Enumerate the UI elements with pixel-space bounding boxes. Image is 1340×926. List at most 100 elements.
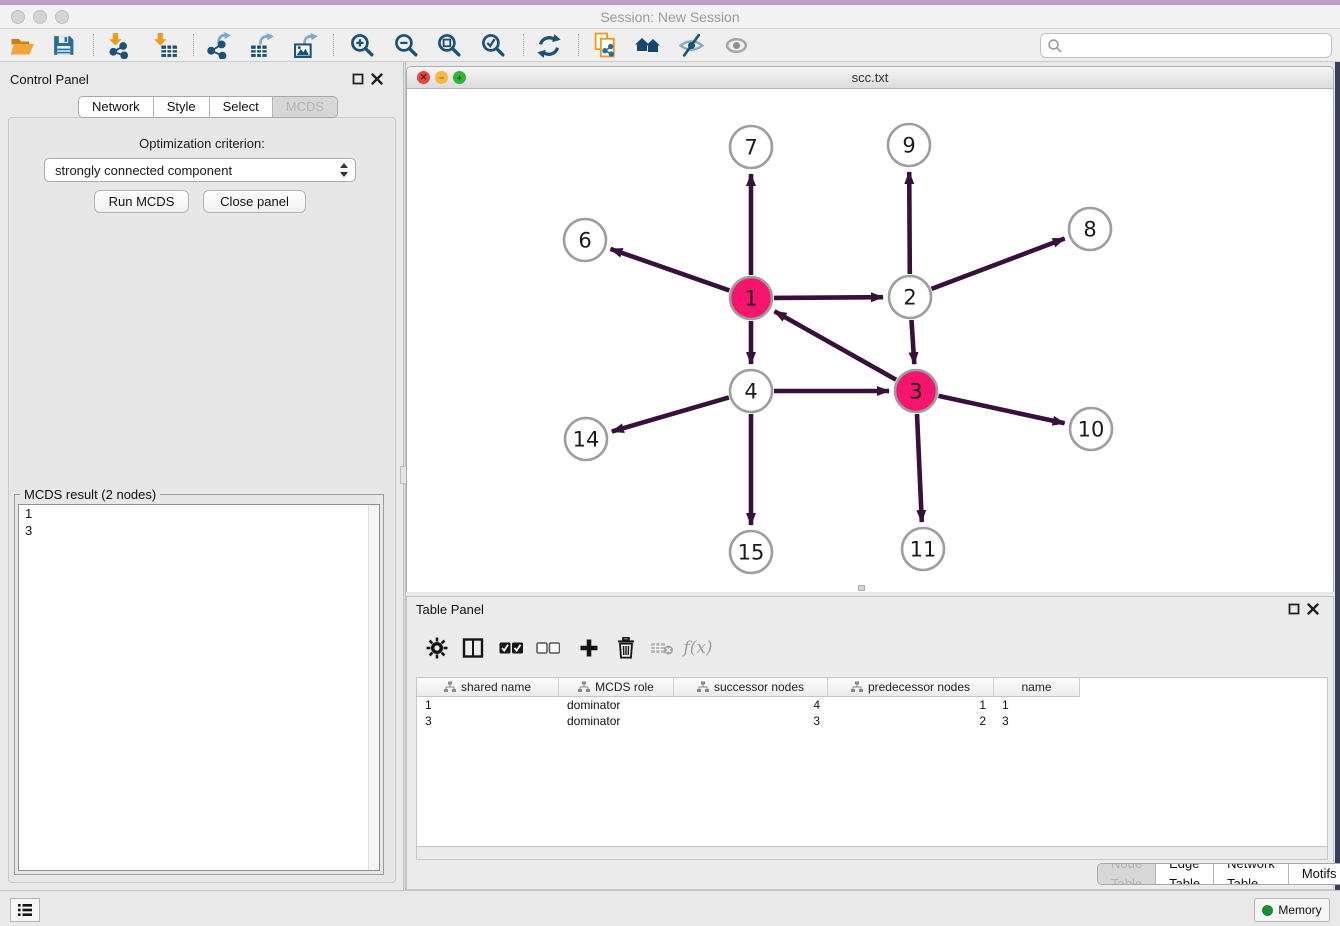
mcds-result-list[interactable]: 13 xyxy=(18,504,380,871)
table-cell[interactable]: 3 xyxy=(994,713,1080,729)
control-tab-mcds[interactable]: MCDS xyxy=(273,97,337,117)
run-mcds-button[interactable]: Run MCDS xyxy=(94,190,189,213)
deselect-all-columns-icon[interactable] xyxy=(532,634,564,662)
column-header-MCDS-role[interactable]: MCDS role xyxy=(559,678,674,697)
float-table-panel-icon[interactable] xyxy=(1288,603,1300,615)
export-network-button[interactable] xyxy=(201,30,235,61)
function-builder-icon-disabled: f(x) xyxy=(682,634,714,662)
zoom-in-button[interactable] xyxy=(345,30,379,61)
table-cell[interactable]: 3 xyxy=(674,713,828,729)
table-cell[interactable]: 1 xyxy=(828,697,994,713)
zoom-fit-button[interactable] xyxy=(432,30,466,61)
home-layout-icon[interactable] xyxy=(631,30,665,61)
graph-edge-2-9[interactable] xyxy=(909,172,910,274)
import-table-button[interactable] xyxy=(148,30,182,61)
optimization-criterion-label: Optimization criterion: xyxy=(8,136,396,151)
table-horizontal-scrollbar[interactable] xyxy=(416,847,1328,860)
optimization-criterion-dropdown[interactable]: strongly connected component xyxy=(44,158,356,182)
control-tab-select[interactable]: Select xyxy=(210,97,273,117)
table-row[interactable]: 3dominator323 xyxy=(417,713,1080,729)
close-table-panel-icon[interactable] xyxy=(1307,603,1319,615)
column-header-successor-nodes[interactable]: successor nodes xyxy=(674,678,828,697)
mcds-result-item: 1 xyxy=(19,505,379,522)
control-tab-style[interactable]: Style xyxy=(154,97,210,117)
table-cell[interactable]: 1 xyxy=(994,697,1080,713)
graph-node-label-8: 8 xyxy=(1083,218,1096,242)
close-panel-icon[interactable] xyxy=(371,73,383,85)
network-close-button[interactable]: ✕ xyxy=(417,71,430,84)
maximize-window-button[interactable] xyxy=(55,10,69,24)
toolbar-separator xyxy=(578,34,579,56)
control-panel-header: Control Panel xyxy=(0,66,403,94)
export-image-button[interactable] xyxy=(289,30,323,61)
network-canvas[interactable]: 7968124314101511 xyxy=(407,89,1333,592)
column-tree-icon xyxy=(697,681,709,693)
table-cell[interactable]: 3 xyxy=(417,713,559,729)
desktop-edge-right xyxy=(1335,62,1340,926)
graph-node-label-1: 1 xyxy=(744,287,757,311)
horizontal-splitter-grip[interactable] xyxy=(858,585,865,591)
hide-selected-eye-slash-icon[interactable] xyxy=(674,30,708,61)
column-tree-icon xyxy=(444,681,456,693)
table-cell[interactable]: 1 xyxy=(417,697,559,713)
table-row[interactable]: 1dominator411 xyxy=(417,697,1080,713)
table-cell[interactable]: 4 xyxy=(674,697,828,713)
table-tab-network-table[interactable]: Network Table xyxy=(1214,864,1289,884)
select-all-columns-icon[interactable] xyxy=(495,634,527,662)
add-column-plus-icon[interactable] xyxy=(573,634,605,662)
close-panel-button[interactable]: Close panel xyxy=(203,190,306,213)
import-network-button[interactable] xyxy=(101,30,135,61)
table-tab-node-table[interactable]: Node Table xyxy=(1098,864,1156,884)
float-panel-icon[interactable] xyxy=(352,73,364,85)
app-title: Session: New Session xyxy=(0,5,1340,29)
delete-table-icon-disabled xyxy=(646,634,678,662)
search-input[interactable] xyxy=(1063,36,1331,56)
zoom-out-button[interactable] xyxy=(389,30,423,61)
graph-edge-1-6[interactable] xyxy=(611,249,730,291)
column-tree-icon xyxy=(578,681,590,693)
split-columns-icon[interactable] xyxy=(457,634,489,662)
table-cell[interactable]: dominator xyxy=(559,713,674,729)
network-maximize-button[interactable]: + xyxy=(453,71,466,84)
close-window-button[interactable] xyxy=(11,10,25,24)
memory-button[interactable]: Memory xyxy=(1254,898,1330,922)
network-window-titlebar[interactable]: ✕ − + scc.txt xyxy=(407,67,1333,89)
minimize-window-button[interactable] xyxy=(33,10,47,24)
save-session-button[interactable] xyxy=(46,30,80,61)
task-history-button[interactable] xyxy=(10,898,40,922)
graph-edge-3-1[interactable] xyxy=(775,311,897,379)
graph-node-label-7: 7 xyxy=(744,136,757,160)
network-minimize-button[interactable]: − xyxy=(435,71,448,84)
graph-edge-2-3[interactable] xyxy=(912,320,915,364)
column-header-label: MCDS role xyxy=(595,680,654,694)
node-table: shared name MCDS role successor nodes prede… xyxy=(416,677,1328,847)
delete-column-trash-icon[interactable] xyxy=(610,634,642,662)
column-tree-icon xyxy=(851,681,863,693)
column-header-predecessor-nodes[interactable]: predecessor nodes xyxy=(828,678,994,697)
toolbar-separator xyxy=(523,34,524,56)
table-cell[interactable]: 2 xyxy=(828,713,994,729)
table-tab-motifs[interactable]: Motifs xyxy=(1289,864,1340,884)
search-icon xyxy=(1047,38,1063,54)
duplicate-network-button[interactable] xyxy=(588,30,622,61)
table-settings-gear-icon[interactable] xyxy=(421,634,453,662)
graph-edge-2-8[interactable] xyxy=(932,239,1065,289)
toolbar-search-field[interactable] xyxy=(1040,33,1332,58)
table-cell[interactable]: dominator xyxy=(559,697,674,713)
graph-edge-3-10[interactable] xyxy=(939,396,1065,423)
zoom-selected-button[interactable] xyxy=(476,30,510,61)
column-header-label: successor nodes xyxy=(714,680,804,694)
column-header-name[interactable]: name xyxy=(994,678,1080,697)
graph-edge-4-14[interactable] xyxy=(612,397,729,431)
graph-edge-1-2[interactable] xyxy=(774,297,883,298)
refresh-button[interactable] xyxy=(532,30,566,61)
export-table-button[interactable] xyxy=(245,30,279,61)
open-session-button[interactable] xyxy=(5,30,39,61)
column-header-shared-name[interactable]: shared name xyxy=(417,678,559,697)
node-table-header-row: shared name MCDS role successor nodes prede… xyxy=(417,678,1080,697)
column-header-label: predecessor nodes xyxy=(868,680,970,694)
graph-edge-3-11[interactable] xyxy=(917,414,922,522)
table-tab-edge-table[interactable]: Edge Table xyxy=(1156,864,1214,884)
result-scrollbar[interactable] xyxy=(368,505,379,870)
control-tab-network[interactable]: Network xyxy=(79,97,154,117)
